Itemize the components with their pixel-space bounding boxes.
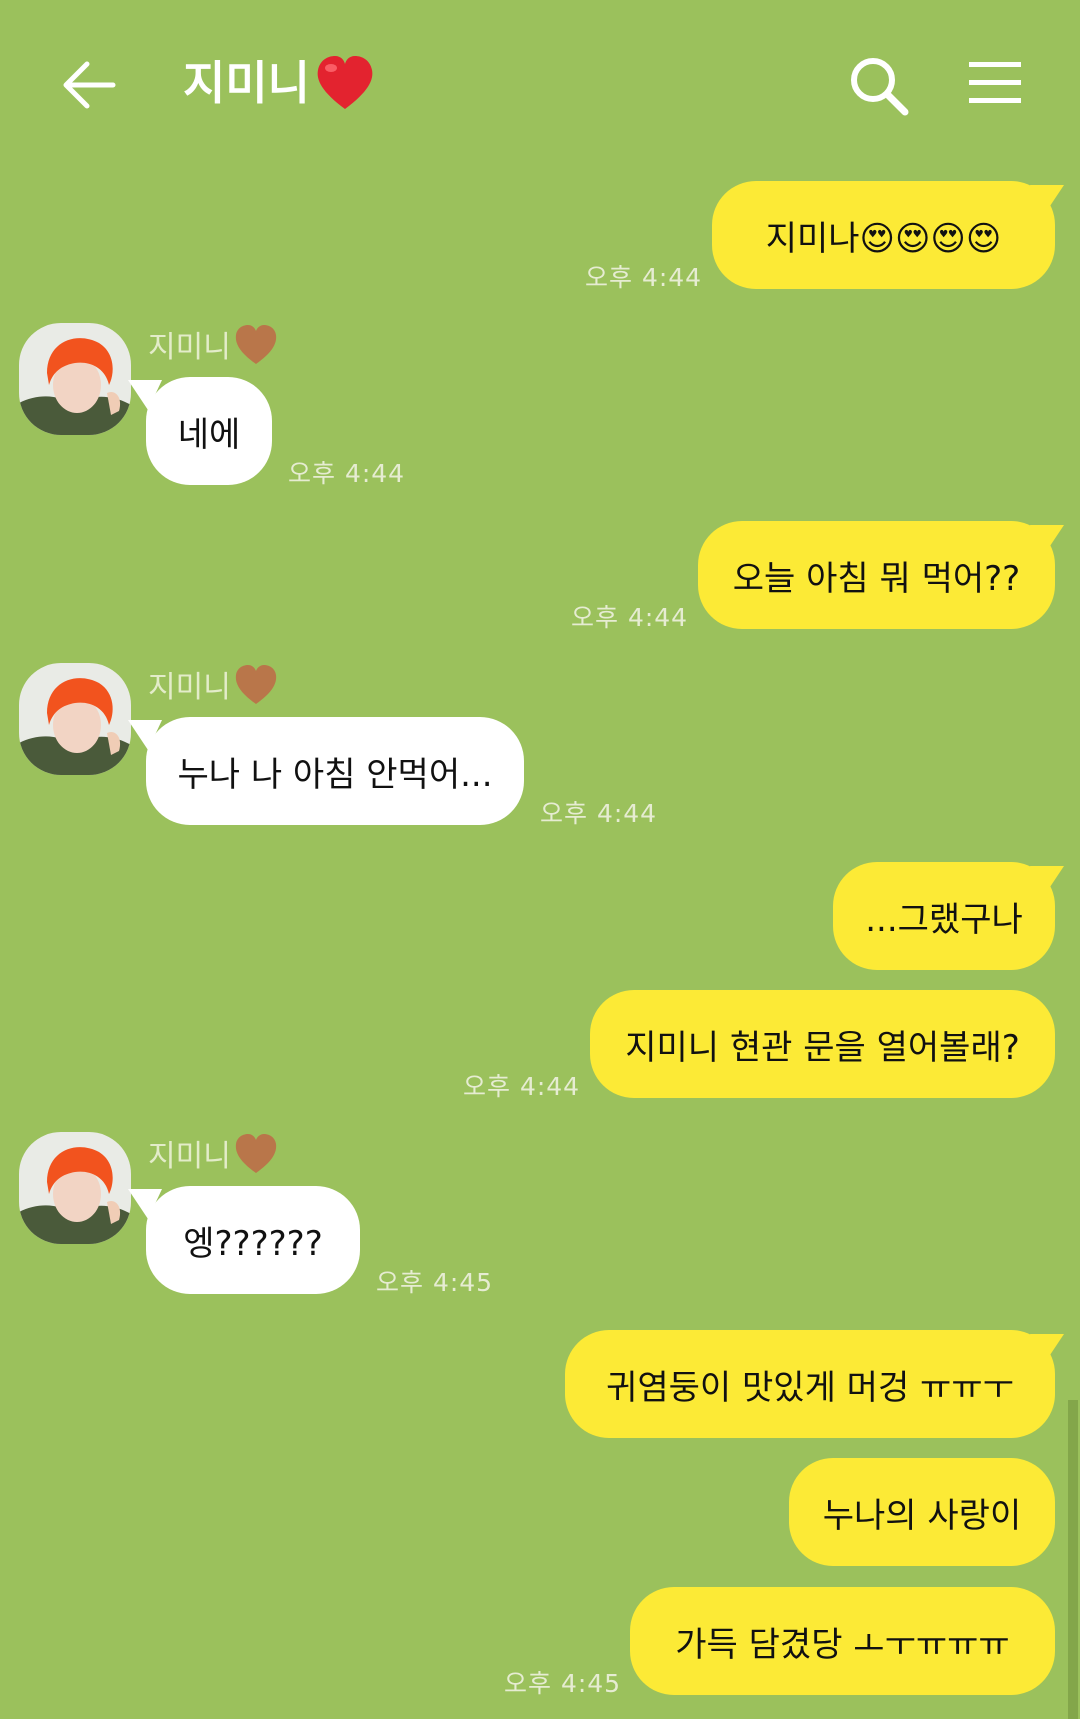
bubble-tail (128, 720, 162, 750)
avatar-image (19, 663, 131, 775)
message-bubble[interactable]: 누나의 사랑이 (789, 1458, 1055, 1566)
message-timestamp: 오후 4:44 (571, 603, 689, 632)
menu-button[interactable] (965, 58, 1025, 108)
sender-name-text: 지미니 (148, 670, 231, 705)
message-timestamp: 오후 4:44 (540, 799, 658, 828)
message-bubble[interactable]: 지미나😍😍😍😍 (712, 181, 1055, 289)
sender-name: 지미니 (148, 662, 279, 706)
avatar[interactable] (19, 1132, 131, 1244)
message-text: 누나의 사랑이 (822, 1495, 1022, 1536)
message-text: ...그랬구나 (865, 899, 1023, 940)
message-text: 누나 나 아침 안먹어... (177, 754, 493, 795)
message-bubble[interactable]: 네에 (146, 377, 272, 485)
scrollbar[interactable] (1068, 1400, 1078, 1719)
bubble-tail (128, 1189, 162, 1219)
avatar[interactable] (19, 663, 131, 775)
sender-name: 지미니 (148, 322, 279, 366)
message-text: 귀염둥이 맛있게 머겅 ㅠㅠㅜ (606, 1367, 1014, 1408)
message-text: 엥?????? (183, 1223, 323, 1264)
message-timestamp: 오후 4:45 (376, 1268, 494, 1297)
sender-name-text: 지미니 (148, 1139, 231, 1174)
bubble-tail (1030, 185, 1064, 215)
message-text: 가득 담겼당 ㅗㅜㅠㅠㅠ (675, 1624, 1010, 1665)
bubble-tail (1030, 525, 1064, 555)
message-bubble[interactable]: 엥?????? (146, 1186, 360, 1294)
message-text: 오늘 아침 뭐 먹어?? (732, 558, 1021, 599)
sender-name-text: 지미니 (148, 330, 231, 365)
message-timestamp: 오후 4:44 (585, 263, 703, 292)
bubble-tail (1030, 1334, 1064, 1364)
chat-header: 지미니 (0, 0, 1080, 165)
message-bubble[interactable]: 누나 나 아침 안먹어... (146, 717, 524, 825)
menu-icon (969, 62, 1021, 103)
search-button[interactable] (845, 52, 915, 122)
message-bubble[interactable]: 가득 담겼당 ㅗㅜㅠㅠㅠ (630, 1587, 1055, 1695)
message-bubble[interactable]: 지미니 현관 문을 열어볼래? (590, 990, 1055, 1098)
message-text: 지미니 현관 문을 열어볼래? (625, 1027, 1020, 1068)
message-timestamp: 오후 4:44 (463, 1072, 581, 1101)
message-bubble[interactable]: 귀염둥이 맛있게 머겅 ㅠㅠㅜ (565, 1330, 1055, 1438)
avatar[interactable] (19, 323, 131, 435)
brown-heart-icon (235, 325, 276, 364)
bubble-tail (128, 380, 162, 410)
message-bubble[interactable]: ...그랬구나 (833, 862, 1055, 970)
sender-name: 지미니 (148, 1131, 279, 1175)
bubble-tail (1030, 866, 1064, 896)
red-heart-icon (317, 56, 373, 109)
search-icon (851, 58, 909, 116)
message-text: 네에 (177, 414, 241, 455)
message-timestamp: 오후 4:45 (504, 1669, 622, 1698)
avatar-image (19, 323, 131, 435)
brown-heart-icon (235, 1134, 276, 1173)
message-bubble[interactable]: 오늘 아침 뭐 먹어?? (698, 521, 1055, 629)
avatar-image (19, 1132, 131, 1244)
back-arrow-icon (63, 61, 116, 109)
chat-title: 지미니 (183, 52, 376, 114)
brown-heart-icon (235, 665, 276, 704)
back-button[interactable] (55, 50, 125, 120)
chat-title-text: 지미니 (183, 56, 310, 110)
message-timestamp: 오후 4:44 (288, 459, 406, 488)
message-text: 지미나😍😍😍😍 (765, 218, 1002, 259)
